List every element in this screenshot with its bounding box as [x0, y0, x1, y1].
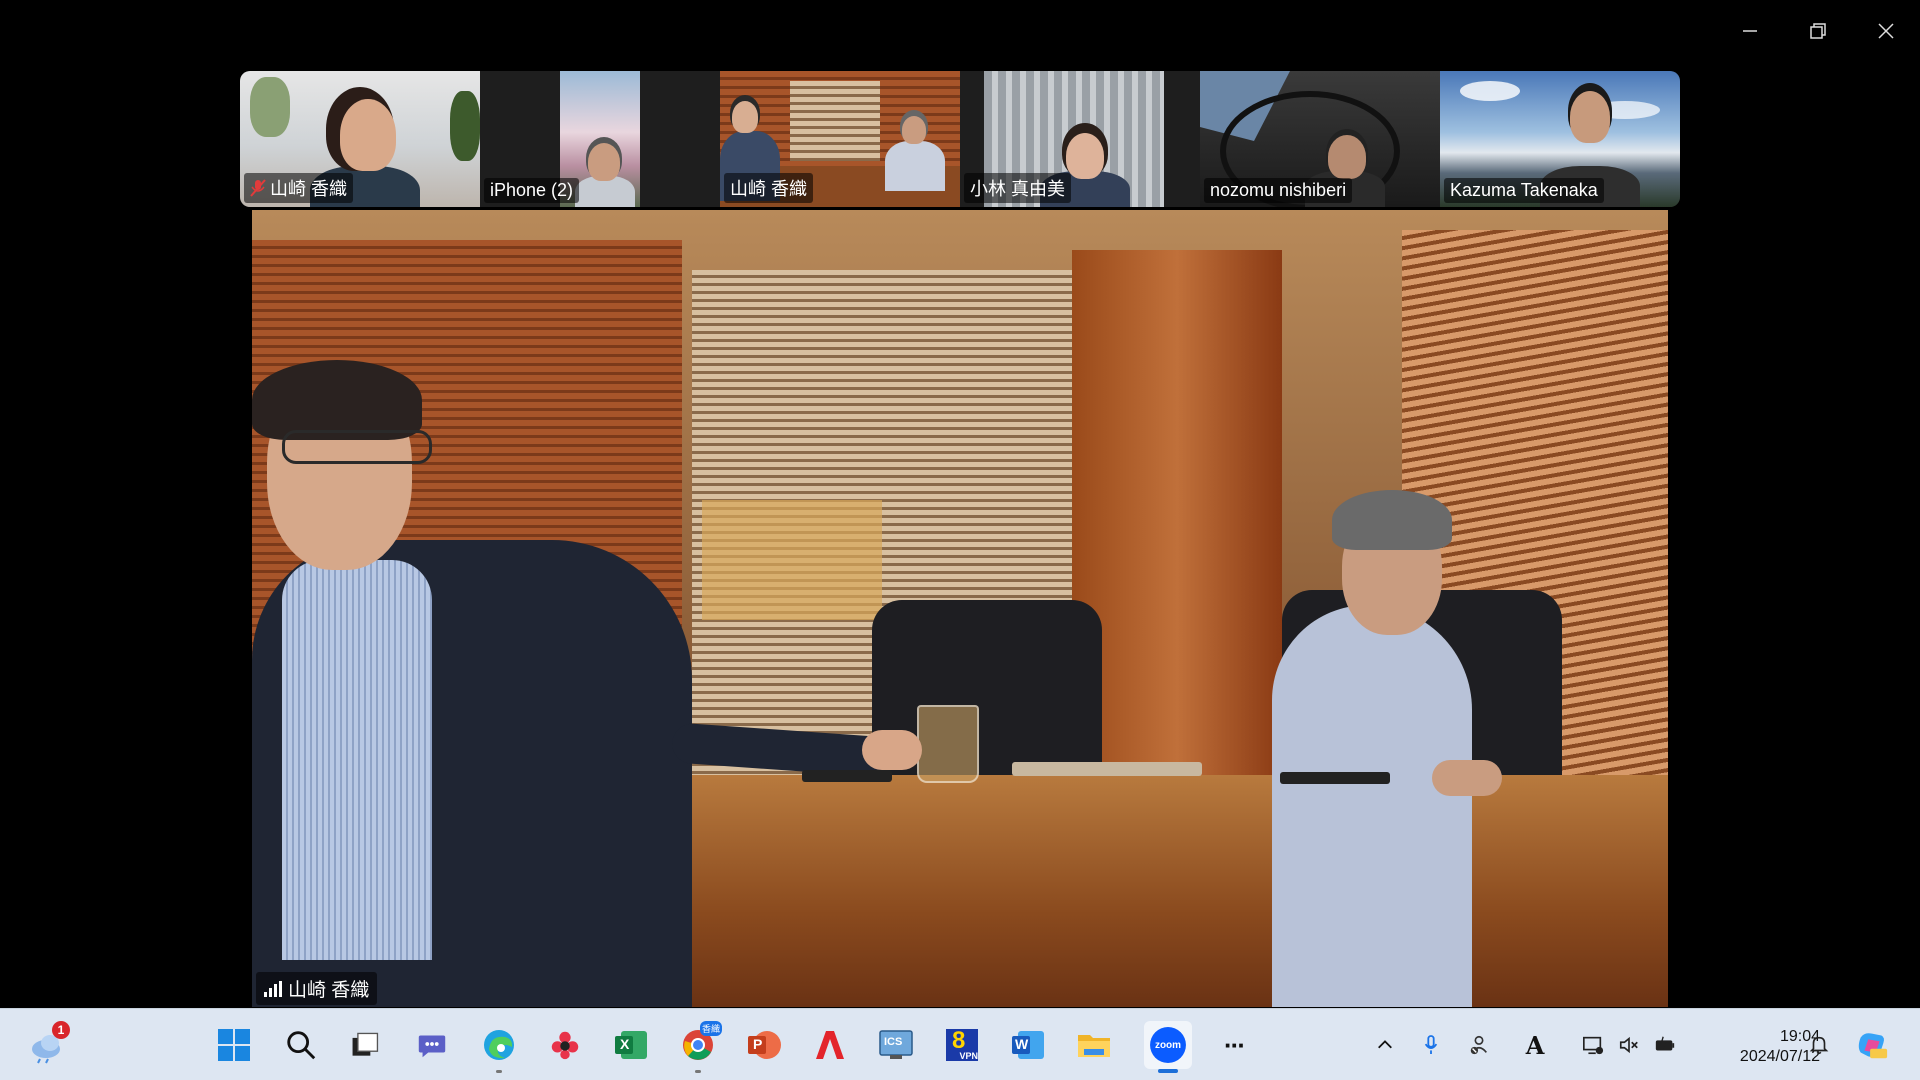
- participant-name: 山崎 香織: [270, 179, 348, 199]
- participant-tile[interactable]: Kazuma Takenaka: [1440, 71, 1680, 207]
- edge-icon: [484, 1030, 514, 1060]
- ics-button[interactable]: ICS: [872, 1021, 920, 1069]
- microphone-tray-button[interactable]: [1416, 1009, 1446, 1080]
- chevron-up-icon: [1378, 1040, 1392, 1049]
- participant-label: 山崎 香織: [244, 173, 354, 203]
- excel-icon: [615, 1031, 647, 1059]
- teams-chat-icon: [418, 1035, 446, 1058]
- flower-app-icon: [551, 1031, 579, 1060]
- vpn-label: VPN: [959, 1051, 978, 1061]
- participant-label: 小林 真由美: [964, 173, 1072, 203]
- powerpoint-icon: [748, 1031, 781, 1059]
- search-button[interactable]: [277, 1021, 325, 1069]
- zoom-label: zoom: [1154, 1040, 1182, 1051]
- volume-tray-button[interactable]: [1614, 1009, 1644, 1080]
- muted-mic-icon: [250, 179, 266, 197]
- excel-letter: X: [620, 1036, 630, 1052]
- acrobat-icon: [816, 1031, 844, 1059]
- window-controls: [1716, 0, 1920, 62]
- participant-strip: 山崎 香織 iPhone (2) 山崎 香織 小林 真由美 nozomu nis…: [240, 71, 1680, 207]
- participant-tile-active[interactable]: 山崎 香織: [720, 71, 960, 207]
- battery-charging-icon: [1655, 1036, 1675, 1051]
- vpn-button[interactable]: 8 VPN: [938, 1021, 986, 1069]
- acrobat-button[interactable]: [806, 1021, 854, 1069]
- battery-tray-button[interactable]: [1650, 1009, 1680, 1080]
- participant-label: Kazuma Takenaka: [1444, 178, 1604, 203]
- speaker-label: 山崎 香織: [256, 972, 378, 1005]
- display-icon: [1583, 1036, 1604, 1055]
- participant-tile[interactable]: 小林 真由美: [960, 71, 1200, 207]
- participant-name: 小林 真由美: [970, 179, 1066, 199]
- windows-start-button[interactable]: [210, 1021, 258, 1069]
- photos-button[interactable]: [541, 1021, 589, 1069]
- participant-label: nozomu nishiberi: [1204, 178, 1353, 203]
- ics-label: ICS: [884, 1036, 903, 1048]
- close-button[interactable]: [1852, 0, 1920, 62]
- microphone-icon: [1424, 1035, 1438, 1054]
- display-tray-button[interactable]: [1578, 1009, 1608, 1080]
- more-apps-button[interactable]: ···: [1210, 1021, 1258, 1069]
- notifications-button[interactable]: [1804, 1009, 1834, 1080]
- copilot-icon: [1858, 1033, 1888, 1059]
- participant-tile[interactable]: 山崎 香織: [240, 71, 480, 207]
- word-letter: W: [1015, 1036, 1029, 1052]
- weather-widget[interactable]: 1: [24, 1021, 72, 1069]
- zoom-button[interactable]: zoom: [1144, 1021, 1192, 1073]
- participant-name: iPhone (2): [490, 180, 574, 200]
- more-dots-icon: ···: [1224, 1029, 1246, 1060]
- participant-label: iPhone (2): [484, 178, 580, 203]
- user-blocked-icon: [1470, 1035, 1487, 1055]
- tray-overflow-button[interactable]: [1370, 1009, 1400, 1080]
- powerpoint-letter: P: [753, 1036, 763, 1052]
- task-view-button[interactable]: [341, 1021, 389, 1069]
- powerpoint-button[interactable]: P: [740, 1021, 788, 1069]
- excel-button[interactable]: X: [607, 1021, 655, 1069]
- restore-icon: [1810, 23, 1826, 39]
- active-indicator: [1158, 1069, 1178, 1073]
- taskbar: 1 X 香織 P ICS 8 VPN W zoom ··· A 19:04 20…: [0, 1008, 1920, 1080]
- chrome-profile-badge: 香織: [699, 1021, 722, 1036]
- file-explorer-button[interactable]: [1070, 1021, 1118, 1069]
- participant-name: 山崎 香織: [730, 179, 808, 199]
- teams-button[interactable]: [408, 1021, 456, 1069]
- folder-icon: [1078, 1035, 1110, 1057]
- close-icon: [1878, 23, 1894, 39]
- participant-tile[interactable]: nozomu nishiberi: [1200, 71, 1440, 207]
- main-video[interactable]: 山崎 香織: [252, 210, 1668, 1007]
- chrome-button[interactable]: 香織: [674, 1021, 722, 1073]
- signal-icon: [264, 980, 282, 997]
- edge-button[interactable]: [475, 1021, 523, 1073]
- participant-name: Kazuma Takenaka: [1450, 180, 1598, 200]
- minimize-button[interactable]: [1716, 0, 1784, 62]
- speaker-name: 山崎 香織: [288, 980, 370, 1001]
- windows-logo-icon: [218, 1029, 250, 1061]
- copilot-button[interactable]: [1852, 1009, 1892, 1080]
- volume-muted-icon: [1619, 1036, 1638, 1054]
- running-indicator: [695, 1070, 701, 1073]
- ime-icon: A: [1525, 1030, 1545, 1060]
- bell-icon: [1809, 1036, 1829, 1055]
- ime-tray-button[interactable]: A: [1520, 1009, 1550, 1080]
- network-tray-button[interactable]: [1464, 1009, 1494, 1080]
- participant-name: nozomu nishiberi: [1210, 180, 1347, 200]
- participant-tile[interactable]: iPhone (2): [480, 71, 720, 207]
- word-button[interactable]: W: [1004, 1021, 1052, 1069]
- running-indicator: [496, 1070, 502, 1073]
- search-icon: [287, 1031, 316, 1060]
- minimize-icon: [1743, 30, 1757, 32]
- participant-label: 山崎 香織: [724, 173, 814, 203]
- restore-button[interactable]: [1784, 0, 1852, 62]
- task-view-icon: [352, 1032, 379, 1056]
- notification-badge: 1: [52, 1021, 70, 1039]
